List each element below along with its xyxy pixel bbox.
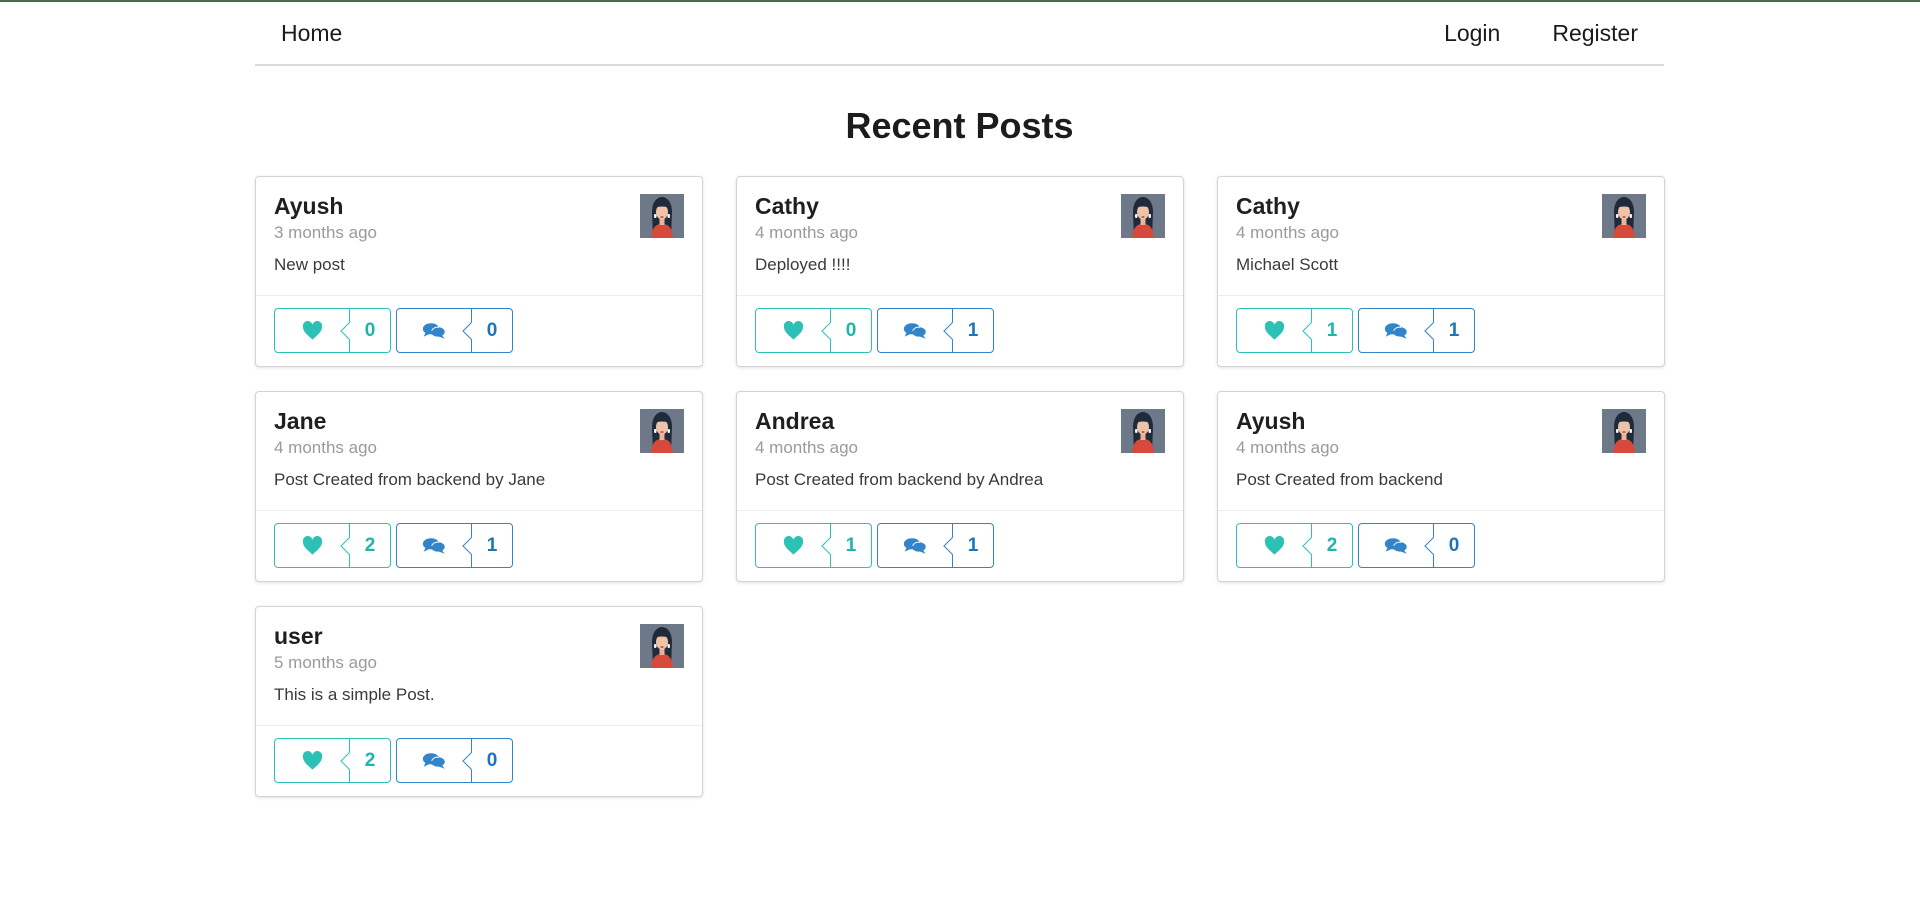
avatar bbox=[1121, 194, 1165, 238]
comments-icon bbox=[397, 524, 471, 567]
post-time: 4 months ago bbox=[1236, 223, 1340, 242]
comment-button[interactable]: 1 bbox=[1358, 308, 1475, 353]
heart-icon bbox=[275, 524, 349, 567]
comment-button[interactable]: 1 bbox=[877, 523, 994, 568]
avatar bbox=[640, 409, 684, 453]
avatar bbox=[640, 194, 684, 238]
post-body: Deployed !!!! bbox=[755, 255, 851, 274]
posts-grid: Ayush 3 months ago New post 0 0 Cathy 4 … bbox=[255, 176, 1665, 797]
post-time: 4 months ago bbox=[755, 438, 859, 457]
comment-count: 1 bbox=[486, 534, 498, 556]
like-count: 0 bbox=[364, 319, 376, 341]
post-author: Cathy bbox=[1236, 193, 1300, 219]
comment-button[interactable]: 1 bbox=[877, 308, 994, 353]
post-time: 4 months ago bbox=[1236, 438, 1340, 457]
nav-register-link[interactable]: Register bbox=[1552, 20, 1638, 47]
comment-count: 0 bbox=[1448, 534, 1460, 556]
heart-icon bbox=[1237, 524, 1311, 567]
post-author: user bbox=[274, 623, 323, 649]
heart-icon bbox=[756, 524, 830, 567]
like-button[interactable]: 0 bbox=[274, 308, 391, 353]
comment-count: 0 bbox=[486, 319, 498, 341]
comment-count: 0 bbox=[486, 749, 498, 771]
comments-icon bbox=[878, 524, 952, 567]
post-card: Cathy 4 months ago Deployed !!!! 0 1 bbox=[736, 176, 1184, 367]
like-count: 2 bbox=[364, 749, 376, 771]
comment-count: 1 bbox=[1448, 319, 1460, 341]
post-author: Ayush bbox=[1236, 408, 1306, 434]
post-body: Post Created from backend bbox=[1236, 470, 1443, 489]
post-card: Ayush 3 months ago New post 0 0 bbox=[255, 176, 703, 367]
post-author: Andrea bbox=[755, 408, 835, 434]
post-author: Ayush bbox=[274, 193, 344, 219]
heart-icon bbox=[756, 309, 830, 352]
comment-count: 1 bbox=[967, 534, 979, 556]
page-title: Recent Posts bbox=[845, 105, 1074, 146]
post-card: user 5 months ago This is a simple Post.… bbox=[255, 606, 703, 797]
like-button[interactable]: 2 bbox=[274, 523, 391, 568]
like-count: 0 bbox=[845, 319, 857, 341]
post-author: Cathy bbox=[755, 193, 819, 219]
post-time: 4 months ago bbox=[755, 223, 859, 242]
comment-button[interactable]: 1 bbox=[396, 523, 513, 568]
like-button[interactable]: 2 bbox=[1236, 523, 1353, 568]
post-card: Jane 4 months ago Post Created from back… bbox=[255, 391, 703, 582]
post-body: Michael Scott bbox=[1236, 255, 1339, 274]
top-navbar: Home Login Register bbox=[255, 2, 1664, 66]
nav-home-link[interactable]: Home bbox=[281, 20, 342, 46]
post-card: Andrea 4 months ago Post Created from ba… bbox=[736, 391, 1184, 582]
nav-login-link[interactable]: Login bbox=[1444, 20, 1500, 47]
like-button[interactable]: 0 bbox=[755, 308, 872, 353]
comments-icon bbox=[878, 309, 952, 352]
post-author: Jane bbox=[274, 408, 327, 434]
like-count: 2 bbox=[364, 534, 376, 556]
post-time: 5 months ago bbox=[274, 653, 378, 672]
comments-icon bbox=[1359, 524, 1433, 567]
heart-icon bbox=[275, 309, 349, 352]
avatar bbox=[640, 624, 684, 668]
post-card: Cathy 4 months ago Michael Scott 1 1 bbox=[1217, 176, 1665, 367]
post-time: 4 months ago bbox=[274, 438, 378, 457]
heart-icon bbox=[275, 739, 349, 782]
like-count: 2 bbox=[1326, 534, 1338, 556]
comments-icon bbox=[1359, 309, 1433, 352]
comments-icon bbox=[397, 739, 471, 782]
comment-button[interactable]: 0 bbox=[1358, 523, 1475, 568]
post-body: Post Created from backend by Andrea bbox=[755, 470, 1044, 489]
comment-button[interactable]: 0 bbox=[396, 308, 513, 353]
avatar bbox=[1121, 409, 1165, 453]
comment-button[interactable]: 0 bbox=[396, 738, 513, 783]
comment-count: 1 bbox=[967, 319, 979, 341]
like-button[interactable]: 2 bbox=[274, 738, 391, 783]
like-count: 1 bbox=[845, 534, 857, 556]
like-button[interactable]: 1 bbox=[1236, 308, 1353, 353]
avatar bbox=[1602, 194, 1646, 238]
post-body: New post bbox=[274, 255, 345, 274]
post-body: Post Created from backend by Jane bbox=[274, 470, 546, 489]
page-container: Home Login Register Recent Posts Ayush 3… bbox=[255, 2, 1665, 797]
post-card: Ayush 4 months ago Post Created from bac… bbox=[1217, 391, 1665, 582]
like-button[interactable]: 1 bbox=[755, 523, 872, 568]
post-time: 3 months ago bbox=[274, 223, 378, 242]
avatar bbox=[1602, 409, 1646, 453]
like-count: 1 bbox=[1326, 319, 1338, 341]
comments-icon bbox=[397, 309, 471, 352]
post-body: This is a simple Post. bbox=[274, 685, 435, 704]
heart-icon bbox=[1237, 309, 1311, 352]
